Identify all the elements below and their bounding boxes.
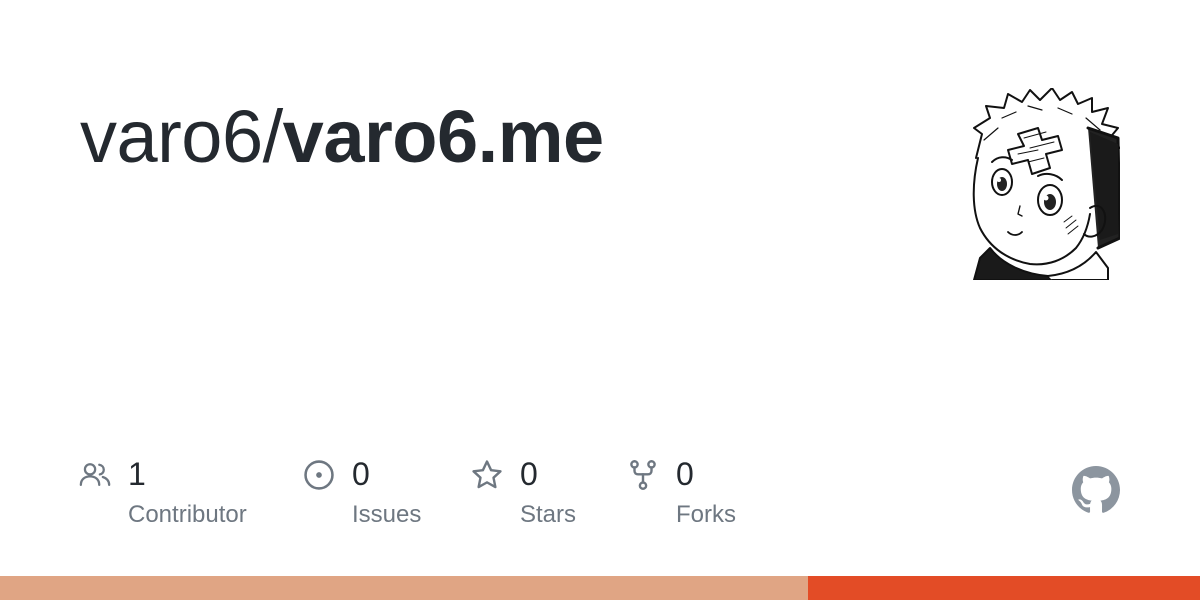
contributors-count: 1	[128, 456, 146, 492]
issues-label: Issues	[352, 501, 422, 528]
repo-owner[interactable]: varo6/	[80, 95, 283, 178]
forks-count: 0	[676, 456, 694, 492]
stars-label: Stars	[520, 501, 577, 528]
fork-icon	[630, 460, 656, 490]
github-logo-icon[interactable]	[1072, 466, 1120, 514]
issue-icon	[304, 460, 334, 490]
people-icon	[79, 463, 111, 487]
stars-count: 0	[520, 456, 538, 492]
language-bar-segment	[0, 576, 808, 600]
social-preview-card: varo6/varo6.me 1 Contributor 0 Issues 0 …	[0, 0, 1200, 600]
owner-avatar	[972, 88, 1120, 280]
forks-label: Forks	[676, 501, 736, 528]
language-bar-segment	[807, 576, 1200, 600]
repo-name[interactable]: varo6.me	[283, 95, 604, 178]
star-icon	[472, 460, 502, 489]
repo-title[interactable]: varo6/varo6.me	[80, 92, 604, 182]
language-bar	[0, 576, 1200, 600]
issues-count: 0	[352, 456, 370, 492]
contributors-label: Contributor	[128, 501, 247, 528]
